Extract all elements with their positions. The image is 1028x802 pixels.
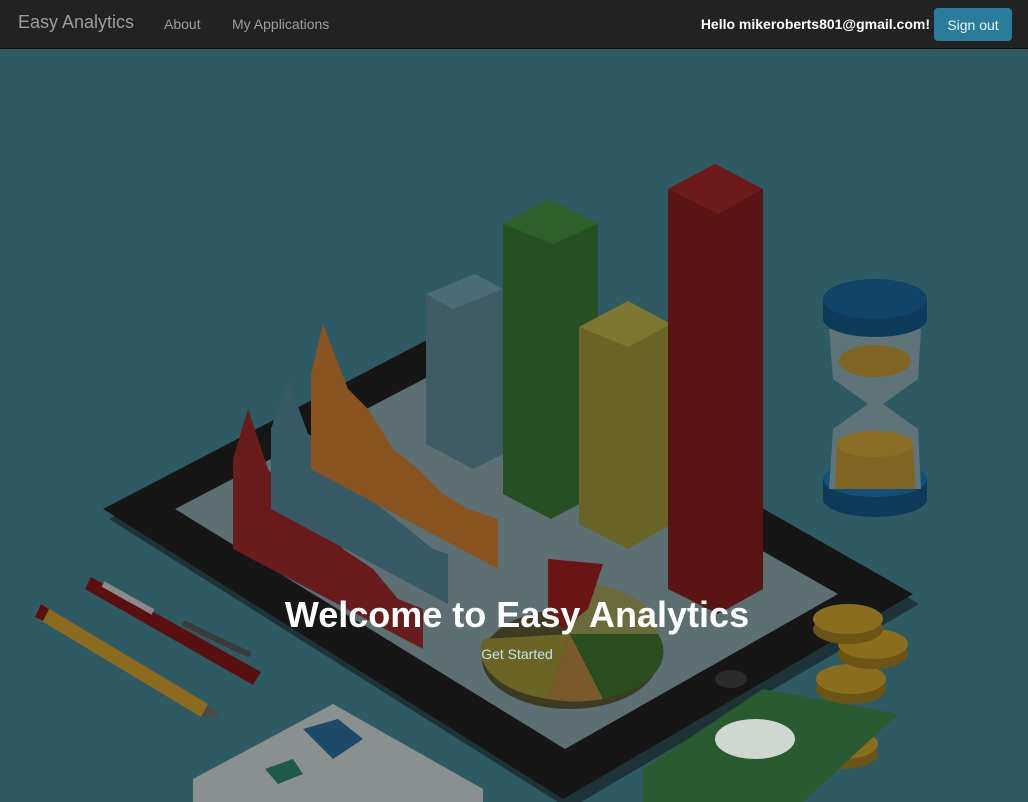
hero-section: Welcome to Easy Analytics Get Started — [3, 49, 1028, 802]
sign-out-button[interactable]: Sign out — [934, 8, 1012, 41]
brand-link[interactable]: Easy Analytics — [18, 12, 134, 33]
nav-link-my-applications[interactable]: My Applications — [232, 16, 329, 32]
get-started-link[interactable]: Get Started — [3, 646, 1028, 662]
analytics-illustration — [35, 164, 927, 802]
nav-link-about[interactable]: About — [164, 16, 201, 32]
user-greeting: Hello mikeroberts801@gmail.com! — [700, 16, 930, 32]
hero-title: Welcome to Easy Analytics — [284, 594, 750, 635]
hourglass-icon — [823, 279, 927, 517]
top-navbar: Easy Analytics About My Applications Hel… — [0, 0, 1028, 49]
